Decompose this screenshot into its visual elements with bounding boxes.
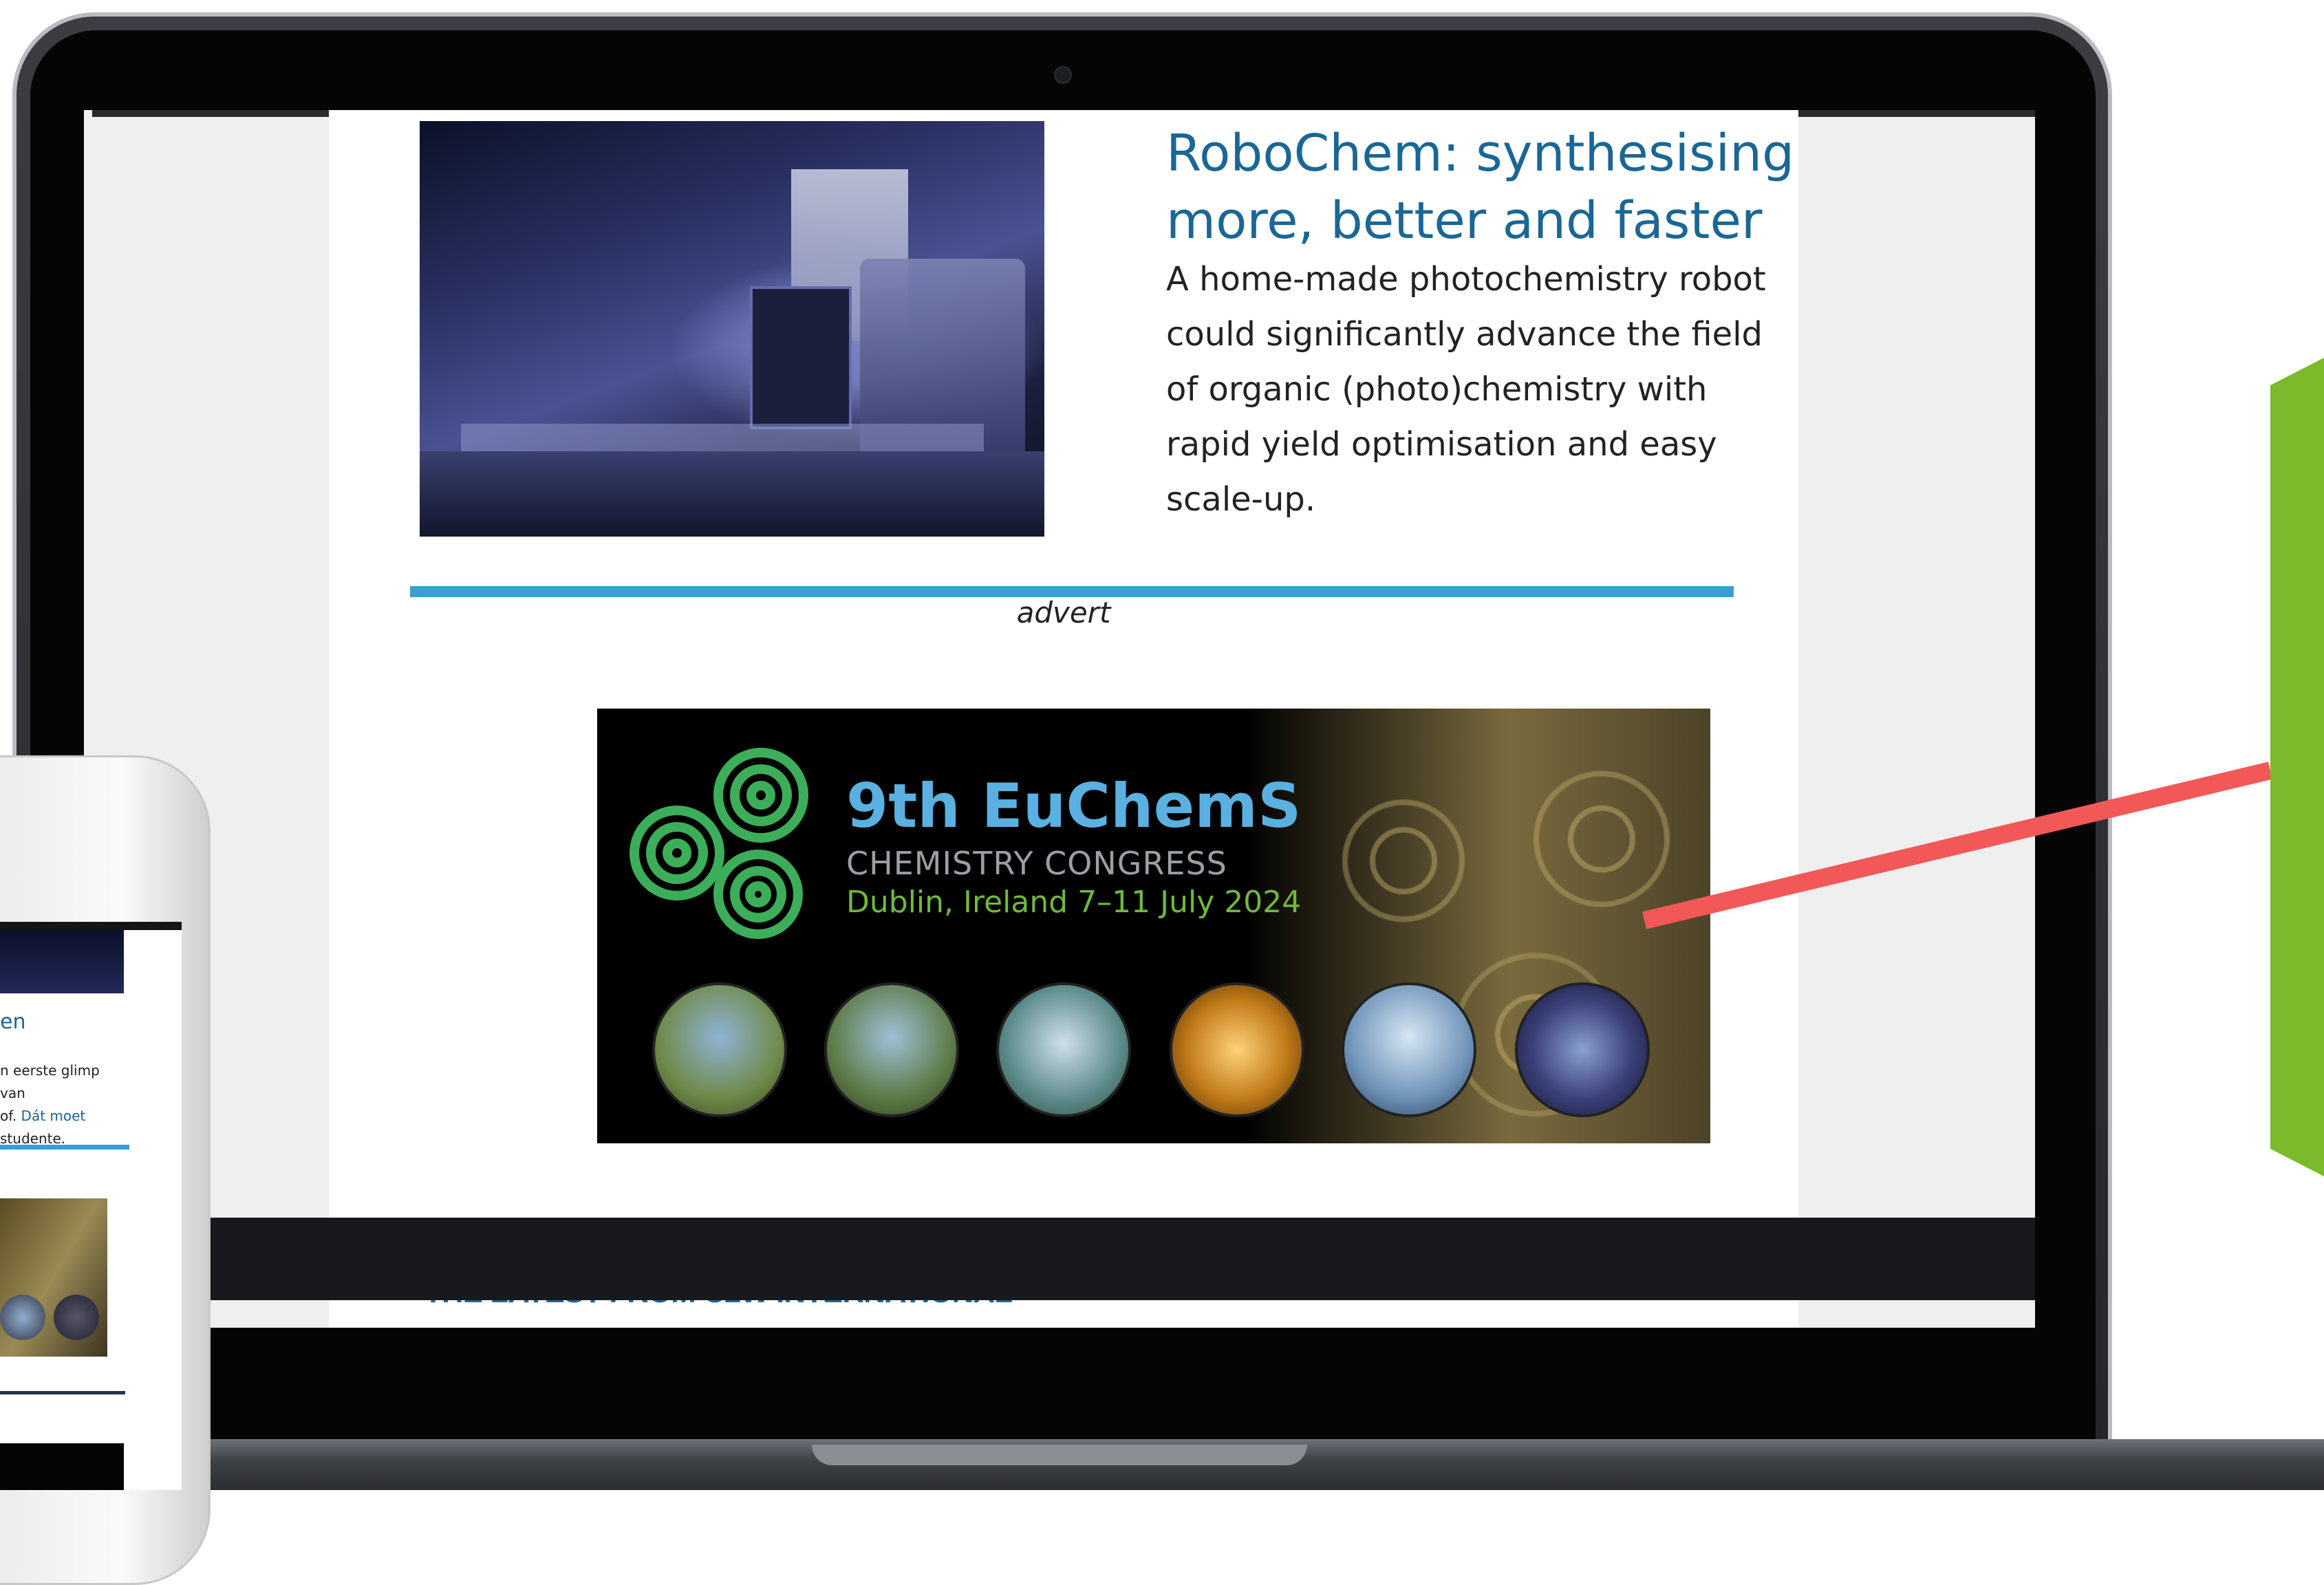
laptop-base-notch bbox=[812, 1445, 1307, 1465]
red-pointer-line bbox=[1642, 762, 2270, 929]
photo-convention-centre bbox=[1342, 982, 1476, 1117]
photo-castle bbox=[652, 982, 787, 1117]
photo-dancers bbox=[824, 982, 959, 1117]
advert-label: advert bbox=[1016, 596, 1111, 629]
article-summary: A home-made photochemistry robot could s… bbox=[1166, 260, 1766, 519]
phone-divider-dark bbox=[0, 1391, 125, 1394]
photo-lab-glass bbox=[1170, 982, 1304, 1117]
phone-article-title[interactable]: en bbox=[0, 1010, 25, 1034]
webcam-icon bbox=[1054, 66, 1072, 84]
photo-cliffs bbox=[996, 982, 1131, 1117]
phone-text-line-1: n eerste glimp van bbox=[0, 1062, 100, 1101]
phone-screen-top-edge bbox=[0, 922, 182, 930]
phone-divider bbox=[0, 1145, 129, 1150]
screen-bottom-bezel bbox=[84, 1218, 2035, 1300]
phone-header-image bbox=[0, 930, 124, 993]
phone-article-text: n eerste glimp van of. Dát moet studente… bbox=[0, 1059, 128, 1150]
green-callout-shape bbox=[2270, 358, 2324, 1176]
laptop-screen: RoboChem: synthesising more, better and … bbox=[84, 110, 2035, 1328]
phone-text-plain: of. bbox=[0, 1108, 21, 1124]
phone-banner-photo-1 bbox=[0, 1295, 45, 1340]
banner-subtitle: CHEMISTRY CONGRESS bbox=[846, 845, 1227, 882]
photo-library bbox=[1515, 982, 1650, 1117]
phone-banner-photo-2 bbox=[54, 1295, 99, 1340]
banner-location-dates: Dublin, Ireland 7–11 July 2024 bbox=[846, 885, 1302, 920]
euchems-banner-ad[interactable]: 9th EuChemS CHEMISTRY CONGRESS Dublin, I… bbox=[597, 709, 1710, 1143]
phone-banner-ad[interactable] bbox=[0, 1198, 107, 1357]
banner-photo-circles bbox=[652, 982, 1684, 1120]
banner-title: 9th EuChemS bbox=[846, 770, 1302, 841]
newsletter-page: RoboChem: synthesising more, better and … bbox=[329, 110, 1798, 1328]
phone-text-line-2: of. Dát moet bbox=[0, 1105, 128, 1128]
phone-text-link[interactable]: Dát moet bbox=[21, 1108, 86, 1124]
article-title-link[interactable]: RoboChem: synthesising more, better and … bbox=[1166, 120, 1799, 255]
article-image-robot-lab[interactable] bbox=[420, 121, 1044, 537]
phone-dark-block bbox=[0, 1443, 124, 1490]
triskelion-logo-icon bbox=[630, 748, 808, 939]
